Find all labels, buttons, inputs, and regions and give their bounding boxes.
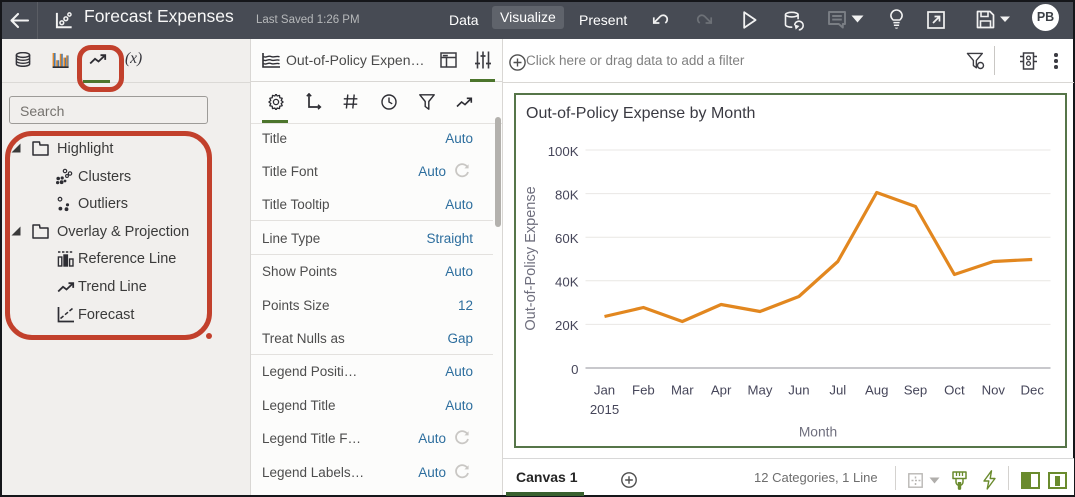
svg-text:Jun: Jun	[788, 383, 809, 398]
svg-text:Oct: Oct	[944, 383, 965, 398]
svg-text:Nov: Nov	[982, 383, 1006, 398]
svg-text:40K: 40K	[555, 275, 579, 290]
svg-text:Apr: Apr	[711, 383, 732, 398]
svg-text:Dec: Dec	[1020, 383, 1044, 398]
svg-text:Feb: Feb	[632, 383, 655, 398]
svg-text:Aug: Aug	[865, 383, 888, 398]
svg-text:0: 0	[571, 362, 578, 377]
svg-text:60K: 60K	[555, 231, 579, 246]
svg-text:80K: 80K	[555, 187, 579, 202]
svg-text:Out-of-Policy Expense: Out-of-Policy Expense	[523, 186, 539, 330]
svg-text:2015: 2015	[590, 402, 619, 417]
svg-text:100K: 100K	[548, 144, 579, 159]
svg-text:May: May	[748, 383, 773, 398]
svg-text:Jan: Jan	[594, 383, 615, 398]
svg-text:Jul: Jul	[829, 383, 846, 398]
svg-text:Sep: Sep	[904, 383, 927, 398]
svg-text:Month: Month	[799, 425, 837, 440]
svg-text:20K: 20K	[555, 318, 579, 333]
svg-text:Mar: Mar	[671, 383, 694, 398]
